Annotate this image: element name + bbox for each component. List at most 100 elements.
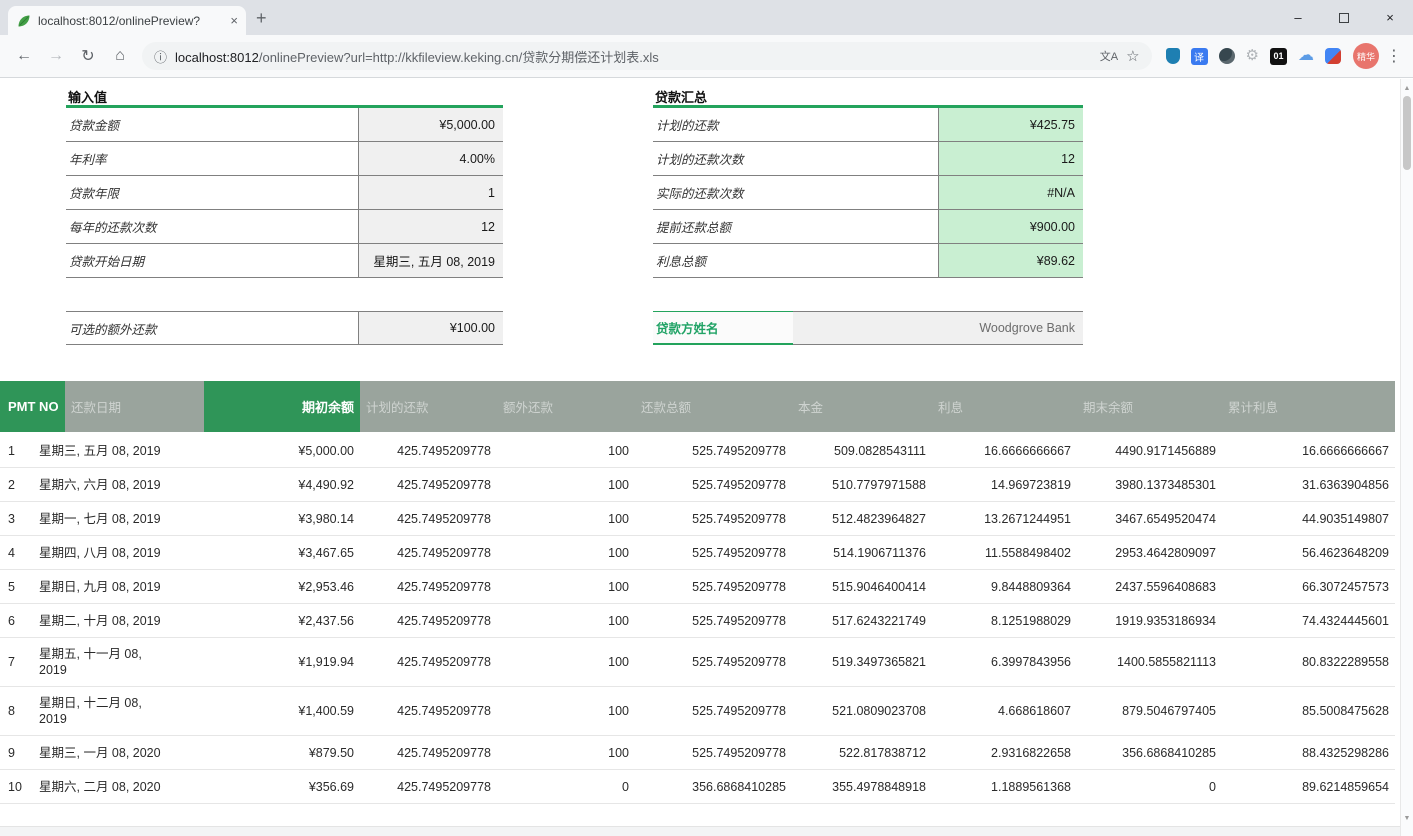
- scroll-down-icon[interactable]: ▼: [1401, 811, 1413, 825]
- table-cell: 74.4324445601: [1222, 613, 1395, 629]
- table-cell: 525.7495209778: [635, 745, 792, 761]
- table-cell: 4: [0, 545, 33, 561]
- lender-label: 贷款方姓名: [653, 311, 793, 345]
- column-header: 计划的还款: [360, 381, 497, 432]
- table-cell: ¥2,437.56: [204, 613, 360, 629]
- table-cell: 13.2671244951: [932, 511, 1077, 527]
- maximize-button[interactable]: [1321, 0, 1367, 35]
- scrollbar-thumb[interactable]: [1403, 96, 1411, 170]
- home-button[interactable]: ⌂: [106, 42, 134, 70]
- table-cell: 879.5046797405: [1077, 703, 1222, 719]
- panel-row: 提前还款总额¥900.00: [653, 210, 1083, 244]
- bookmark-star-icon[interactable]: ☆: [1126, 47, 1139, 65]
- table-cell: 0: [1077, 779, 1222, 795]
- table-cell: ¥3,467.65: [204, 545, 360, 561]
- table-cell: ¥356.69: [204, 779, 360, 795]
- table-cell: 2953.4642809097: [1077, 545, 1222, 561]
- back-button[interactable]: ←: [10, 42, 38, 70]
- table-cell: 425.7495209778: [360, 477, 497, 493]
- table-cell: ¥1,400.59: [204, 703, 360, 719]
- row-label: 贷款开始日期: [66, 244, 358, 277]
- spacer-row: [66, 278, 503, 311]
- table-cell: 525.7495209778: [635, 443, 792, 459]
- table-cell: 星期六, 六月 08, 2019: [33, 477, 204, 493]
- summary-panel-title: 贷款汇总: [653, 84, 1083, 108]
- address-bar[interactable]: ⓘ localhost:8012/onlinePreview?url=http:…: [142, 42, 1152, 70]
- row-label: 贷款年限: [66, 176, 358, 209]
- table-cell: 1: [0, 443, 33, 459]
- row-value: ¥89.62: [938, 244, 1083, 277]
- tab-close-icon[interactable]: ×: [230, 13, 238, 28]
- table-cell: 425.7495209778: [360, 613, 497, 629]
- table-cell: 80.8322289558: [1222, 654, 1395, 670]
- shield-extension-icon[interactable]: [1166, 48, 1180, 64]
- table-cell: 525.7495209778: [635, 703, 792, 719]
- table-cell: 星期日, 九月 08, 2019: [33, 579, 204, 595]
- browser-toolbar: ← → ↻ ⌂ ⓘ localhost:8012/onlinePreview?u…: [0, 35, 1413, 78]
- table-cell: 1919.9353186934: [1077, 613, 1222, 629]
- minimize-button[interactable]: –: [1275, 0, 1321, 35]
- table-cell: 星期五, 十一月 08, 2019: [33, 646, 204, 678]
- badge-extension-icon[interactable]: 01: [1270, 48, 1287, 65]
- url-path: /onlinePreview?url=http://kkfileview.kek…: [259, 50, 659, 65]
- column-header: 期初余额: [204, 381, 360, 432]
- profile-avatar[interactable]: 精华: [1353, 43, 1379, 69]
- translate-icon[interactable]: 文A: [1100, 48, 1118, 64]
- url-host: localhost:8012: [175, 50, 259, 65]
- scroll-up-icon[interactable]: ▲: [1401, 81, 1413, 95]
- close-button[interactable]: ×: [1367, 0, 1413, 35]
- dark-circle-extension-icon[interactable]: [1219, 48, 1235, 64]
- table-cell: ¥4,490.92: [204, 477, 360, 493]
- reload-button[interactable]: ↻: [74, 42, 102, 70]
- lender-value: Woodgrove Bank: [793, 311, 1083, 345]
- extension-cluster: 译 ⚙ 01 ☁: [1166, 48, 1341, 65]
- spacer-row: [653, 278, 1083, 311]
- table-cell: 4490.9171456889: [1077, 443, 1222, 459]
- column-header: 还款总额: [635, 381, 792, 432]
- table-cell: 31.6363904856: [1222, 477, 1395, 493]
- forward-button[interactable]: →: [42, 42, 70, 70]
- schedule-header: PMT NO还款日期期初余额计划的还款额外还款还款总额本金利息期末余额累计利息: [0, 381, 1395, 432]
- table-cell: 16.6666666667: [932, 443, 1077, 459]
- table-cell: 14.969723819: [932, 477, 1077, 493]
- summary-rows: 计划的还款¥425.75计划的还款次数12实际的还款次数#N/A提前还款总额¥9…: [653, 108, 1083, 278]
- table-cell: 512.4823964827: [792, 511, 932, 527]
- table-cell: 100: [497, 511, 635, 527]
- table-row: 8星期日, 十二月 08, 2019¥1,400.59425.749520977…: [0, 687, 1395, 736]
- schedule-body: 1星期三, 五月 08, 2019¥5,000.00425.7495209778…: [0, 434, 1395, 804]
- column-header: 期末余额: [1077, 381, 1222, 432]
- panel-row: 计划的还款¥425.75: [653, 108, 1083, 142]
- table-cell: 9.8448809364: [932, 579, 1077, 595]
- horizontal-scrollbar[interactable]: [0, 826, 1400, 836]
- row-value: 1: [358, 176, 503, 209]
- table-cell: 88.4325298286: [1222, 745, 1395, 761]
- table-cell: 0: [497, 779, 635, 795]
- table-cell: 522.817838712: [792, 745, 932, 761]
- table-cell: 5: [0, 579, 33, 595]
- column-header: PMT NO: [0, 381, 65, 432]
- table-cell: 星期六, 二月 08, 2020: [33, 779, 204, 795]
- window-controls: – ×: [1275, 0, 1413, 35]
- row-value: ¥5,000.00: [358, 108, 503, 141]
- colored-extension-icon[interactable]: [1325, 48, 1341, 64]
- translate-extension-icon[interactable]: 译: [1191, 48, 1208, 65]
- browser-tab[interactable]: localhost:8012/onlinePreview? ×: [8, 6, 246, 35]
- browser-menu-icon[interactable]: ⋮: [1383, 46, 1405, 66]
- table-cell: 85.5008475628: [1222, 703, 1395, 719]
- cloud-extension-icon[interactable]: ☁: [1298, 48, 1314, 64]
- new-tab-button[interactable]: +: [256, 8, 267, 29]
- table-cell: 355.4978848918: [792, 779, 932, 795]
- row-label: 提前还款总额: [653, 210, 938, 243]
- table-cell: 425.7495209778: [360, 779, 497, 795]
- summary-panel: 贷款汇总 计划的还款¥425.75计划的还款次数12实际的还款次数#N/A提前还…: [653, 84, 1083, 345]
- tab-title: localhost:8012/onlinePreview?: [38, 14, 226, 28]
- table-cell: 8.1251988029: [932, 613, 1077, 629]
- table-cell: 8: [0, 703, 33, 719]
- table-cell: ¥2,953.46: [204, 579, 360, 595]
- vertical-scrollbar[interactable]: ▲ ▼: [1400, 79, 1413, 836]
- url-text: localhost:8012/onlinePreview?url=http://…: [175, 47, 659, 66]
- table-cell: 3: [0, 511, 33, 527]
- gray-extension-icon[interactable]: ⚙: [1246, 48, 1259, 64]
- page-info-icon[interactable]: ⓘ: [154, 47, 167, 66]
- table-cell: 2: [0, 477, 33, 493]
